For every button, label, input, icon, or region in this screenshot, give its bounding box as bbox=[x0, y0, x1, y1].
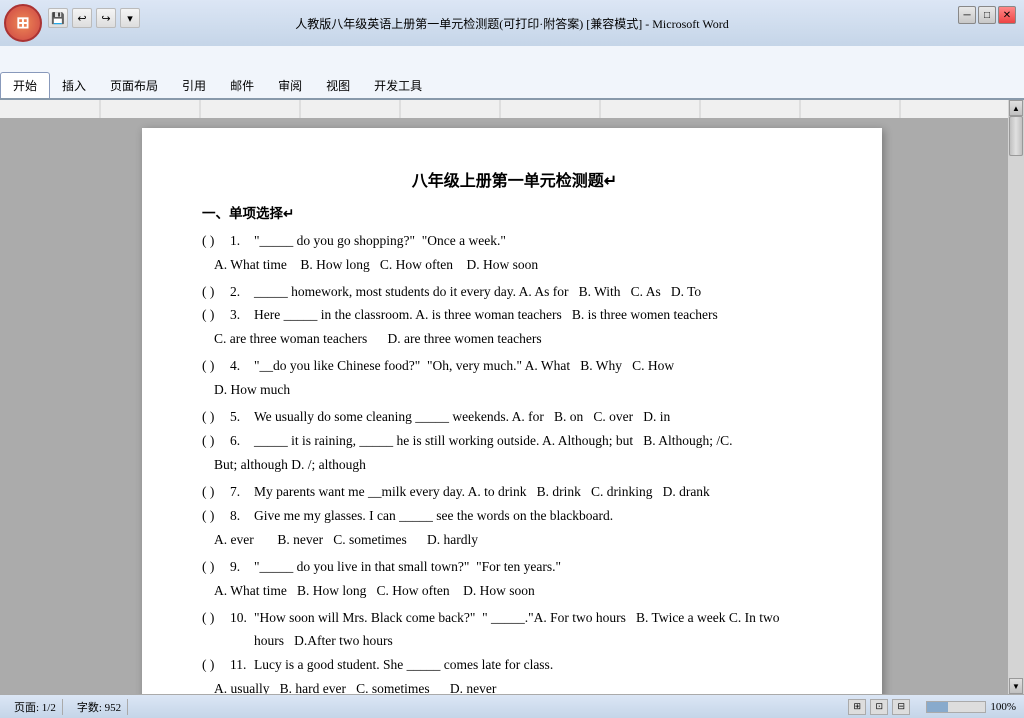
tab-insert[interactable]: 插入 bbox=[50, 73, 98, 98]
answer-bracket: ( ) bbox=[202, 406, 230, 429]
tab-start[interactable]: 开始 bbox=[0, 72, 50, 98]
quick-access-toolbar: 💾 ↩ ↪ ▾ bbox=[48, 8, 140, 28]
answer-bracket: ( ) bbox=[202, 505, 230, 528]
scroll-down-button[interactable]: ▼ bbox=[1009, 678, 1023, 694]
page-count: 页面: 1/2 bbox=[8, 699, 63, 715]
answer-bracket: ( ) bbox=[202, 281, 230, 304]
question-number: 7. bbox=[230, 481, 254, 504]
restore-button[interactable]: □ bbox=[978, 6, 996, 24]
full-screen-btn[interactable]: ⊡ bbox=[870, 699, 888, 715]
zoom-level: 100% bbox=[990, 701, 1016, 713]
answer-bracket: ( ) bbox=[202, 556, 230, 579]
window-title: 人教版八年级英语上册第一单元检测题(可打印·附答案) [兼容模式] - Micr… bbox=[0, 15, 1024, 32]
zoom-controls: 100% bbox=[926, 701, 1016, 713]
answer-bracket: ( ) bbox=[202, 230, 230, 253]
question-text: _____ homework, most students do it ever… bbox=[254, 281, 827, 304]
question-number: 8. bbox=[230, 505, 254, 528]
tab-view[interactable]: 视图 bbox=[314, 73, 362, 98]
answer-options: C. are three woman teachers D. are three… bbox=[214, 328, 827, 351]
window-controls: ─ □ ✕ bbox=[958, 6, 1016, 24]
answer-options: A. usually B. hard ever C. sometimes D. … bbox=[214, 678, 827, 695]
question-text: Lucy is a good student. She _____ comes … bbox=[254, 654, 827, 677]
save-button[interactable]: 💾 bbox=[48, 8, 68, 28]
list-item: ( ) 4. "__do you like Chinese food?" "Oh… bbox=[202, 355, 827, 378]
tab-page-layout[interactable]: 页面布局 bbox=[98, 73, 170, 98]
question-text: We usually do some cleaning _____ weeken… bbox=[254, 406, 827, 429]
list-item: ( ) 1. "_____ do you go shopping?" "Once… bbox=[202, 230, 827, 253]
list-item: ( ) 2. _____ homework, most students do … bbox=[202, 281, 827, 304]
question-text: Give me my glasses. I can _____ see the … bbox=[254, 505, 827, 528]
answer-options: D. How much bbox=[214, 379, 827, 402]
list-item: ( ) 10. "How soon will Mrs. Black come b… bbox=[202, 607, 827, 653]
question-number: 3. bbox=[230, 304, 254, 327]
answer-bracket: ( ) bbox=[202, 430, 230, 453]
document-title: 八年级上册第一单元检测题↵ bbox=[202, 168, 827, 196]
horizontal-ruler bbox=[0, 100, 1008, 118]
answer-options: A. What time B. How long C. How often D.… bbox=[214, 254, 827, 277]
answer-bracket: ( ) bbox=[202, 304, 230, 327]
list-item: ( ) 7. My parents want me __milk every d… bbox=[202, 481, 827, 504]
answer-bracket: ( ) bbox=[202, 355, 230, 378]
document-area[interactable]: 八年级上册第一单元检测题↵ 一、单项选择↵ ( ) 1. "_____ do y… bbox=[0, 118, 1024, 694]
scroll-up-button[interactable]: ▲ bbox=[1009, 100, 1023, 116]
section-title: 一、单项选择↵ bbox=[202, 202, 827, 226]
list-item: ( ) 6. _____ it is raining, _____ he is … bbox=[202, 430, 827, 453]
status-bar: 页面: 1/2 字数: 952 ⊞ ⊡ ⊟ 100% bbox=[0, 694, 1024, 718]
list-item: ( ) 3. Here _____ in the classroom. A. i… bbox=[202, 304, 827, 327]
tab-mail[interactable]: 邮件 bbox=[218, 73, 266, 98]
list-item: ( ) 9. "_____ do you live in that small … bbox=[202, 556, 827, 579]
office-button[interactable]: ⊞ bbox=[4, 4, 42, 42]
tab-developer[interactable]: 开发工具 bbox=[362, 73, 434, 98]
view-controls: ⊞ ⊡ ⊟ bbox=[848, 699, 910, 715]
question-number: 10. bbox=[230, 607, 254, 630]
close-button[interactable]: ✕ bbox=[998, 6, 1016, 24]
minimize-button[interactable]: ─ bbox=[958, 6, 976, 24]
word-count-label: 字数: 952 bbox=[71, 699, 128, 715]
answer-options: But; although D. /; although bbox=[214, 454, 827, 477]
dropdown-button[interactable]: ▾ bbox=[120, 8, 140, 28]
print-layout-btn[interactable]: ⊞ bbox=[848, 699, 866, 715]
ribbon-area: 开始 插入 页面布局 引用 邮件 审阅 视图 开发工具 bbox=[0, 46, 1024, 100]
question-number: 2. bbox=[230, 281, 254, 304]
office-logo: ⊞ bbox=[16, 13, 29, 33]
question-number: 1. bbox=[230, 230, 254, 253]
answer-options: A. ever B. never C. sometimes D. hardly bbox=[214, 529, 827, 552]
answer-options: A. What time B. How long C. How often D.… bbox=[214, 580, 827, 603]
question-number: 5. bbox=[230, 406, 254, 429]
question-number: 6. bbox=[230, 430, 254, 453]
question-text: My parents want me __milk every day. A. … bbox=[254, 481, 827, 504]
zoom-slider[interactable] bbox=[926, 701, 986, 713]
vertical-scrollbar[interactable]: ▲ ▼ bbox=[1008, 100, 1024, 694]
tab-review[interactable]: 审阅 bbox=[266, 73, 314, 98]
redo-button[interactable]: ↪ bbox=[96, 8, 116, 28]
question-text: Here _____ in the classroom. A. is three… bbox=[254, 304, 827, 327]
question-text: "_____ do you live in that small town?" … bbox=[254, 556, 827, 579]
question-text: _____ it is raining, _____ he is still w… bbox=[254, 430, 827, 453]
title-bar-area: ⊞ 💾 ↩ ↪ ▾ 人教版八年级英语上册第一单元检测题(可打印·附答案) [兼容… bbox=[0, 0, 1024, 46]
list-item: ( ) 5. We usually do some cleaning _____… bbox=[202, 406, 827, 429]
answer-bracket: ( ) bbox=[202, 654, 230, 677]
document-page: 八年级上册第一单元检测题↵ 一、单项选择↵ ( ) 1. "_____ do y… bbox=[142, 128, 882, 694]
web-view-btn[interactable]: ⊟ bbox=[892, 699, 910, 715]
answer-bracket: ( ) bbox=[202, 481, 230, 504]
question-number: 9. bbox=[230, 556, 254, 579]
question-text: "_____ do you go shopping?" "Once a week… bbox=[254, 230, 827, 253]
question-number: 11. bbox=[230, 654, 254, 677]
question-text: "__do you like Chinese food?" "Oh, very … bbox=[254, 355, 827, 378]
undo-button[interactable]: ↩ bbox=[72, 8, 92, 28]
question-number: 4. bbox=[230, 355, 254, 378]
answer-bracket: ( ) bbox=[202, 607, 230, 630]
list-item: ( ) 8. Give me my glasses. I can _____ s… bbox=[202, 505, 827, 528]
scroll-thumb[interactable] bbox=[1009, 116, 1023, 156]
app-window: ⊞ 💾 ↩ ↪ ▾ 人教版八年级英语上册第一单元检测题(可打印·附答案) [兼容… bbox=[0, 0, 1024, 718]
tab-references[interactable]: 引用 bbox=[170, 73, 218, 98]
question-text: "How soon will Mrs. Black come back?" " … bbox=[254, 607, 827, 653]
list-item: ( ) 11. Lucy is a good student. She ____… bbox=[202, 654, 827, 677]
